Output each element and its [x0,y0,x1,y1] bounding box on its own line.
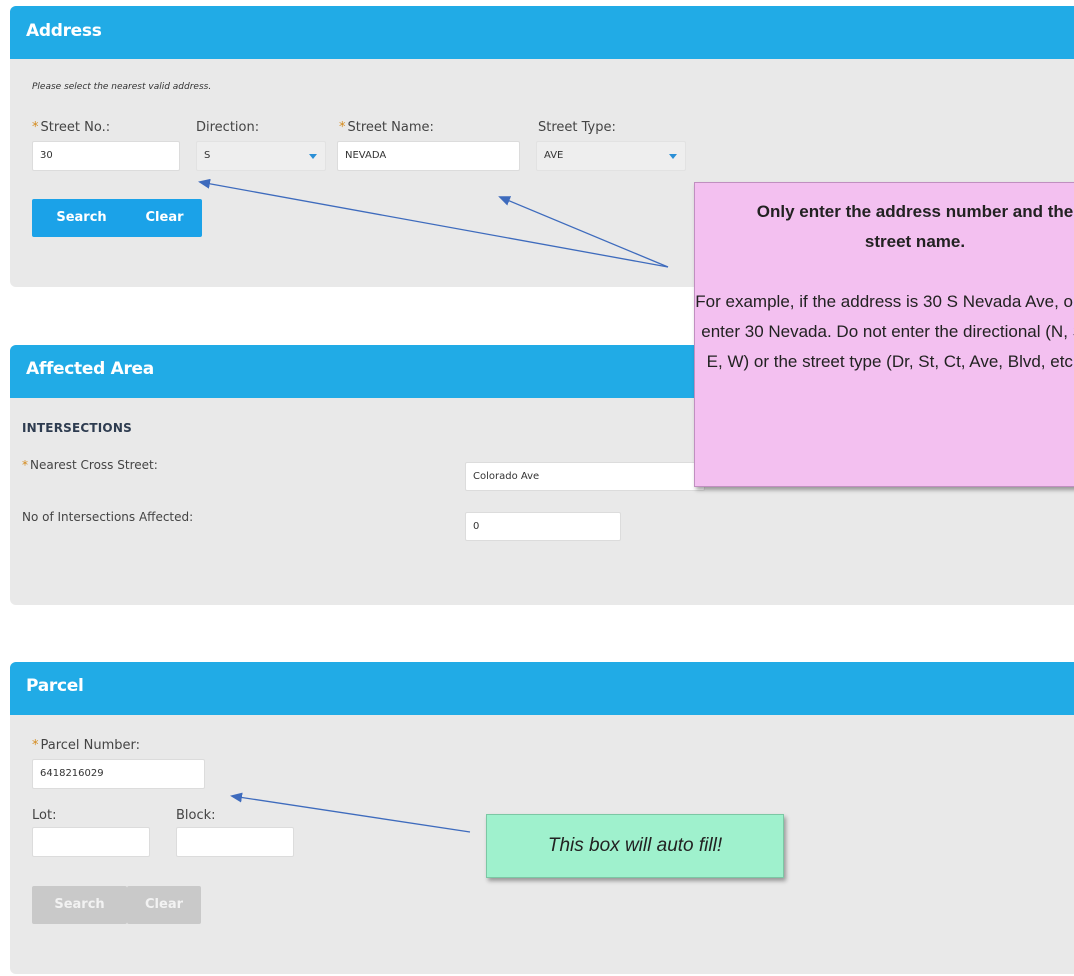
street-type-label: Street Type: [538,120,616,135]
parcel-number-input[interactable]: 6418216029 [32,759,205,789]
block-label: Block: [176,808,216,823]
intersections-subheading: INTERSECTIONS [22,421,132,435]
address-tip-callout: Only enter the address number and the st… [694,182,1074,487]
parcel-tip-callout: This box will auto fill! [486,814,784,878]
parcel-clear-button[interactable]: Clear [127,886,201,924]
chevron-down-icon [669,154,677,159]
lot-label: Lot: [32,808,57,823]
address-search-button[interactable]: Search [32,199,131,237]
direction-label: Direction: [196,120,260,135]
intersections-affected-label: No of Intersections Affected: [22,510,194,524]
affected-area-section-title: Affected Area [26,359,154,379]
address-clear-button[interactable]: Clear [127,199,202,237]
address-section-header: Address [10,6,1074,59]
address-section-title: Address [26,21,102,41]
chevron-down-icon [309,154,317,159]
direction-select[interactable]: S [196,141,326,171]
direction-value: S [204,150,211,161]
address-tip-body: For example, if the address is 30 S Neva… [695,292,1074,371]
parcel-number-label: * Parcel Number: [32,738,141,753]
street-name-label: * Street Name: [339,120,434,135]
street-type-value: AVE [544,150,564,161]
cross-street-input[interactable]: Colorado Ave [465,462,705,491]
intersections-affected-input[interactable]: 0 [465,512,621,541]
lot-input[interactable] [32,827,150,857]
address-tip-heading: Only enter the address number and the st… [756,202,1074,251]
street-no-input[interactable]: 30 [32,141,180,171]
address-hint: Please select the nearest valid address. [32,82,212,92]
cross-street-label: * Nearest Cross Street: [22,458,158,472]
parcel-section-title: Parcel [26,676,84,696]
street-name-input[interactable]: NEVADA [337,141,520,171]
parcel-search-button[interactable]: Search [32,886,127,924]
parcel-section-header: Parcel [10,662,1074,715]
block-input[interactable] [176,827,294,857]
street-type-select[interactable]: AVE [536,141,686,171]
street-no-label: * Street No.: [32,120,111,135]
